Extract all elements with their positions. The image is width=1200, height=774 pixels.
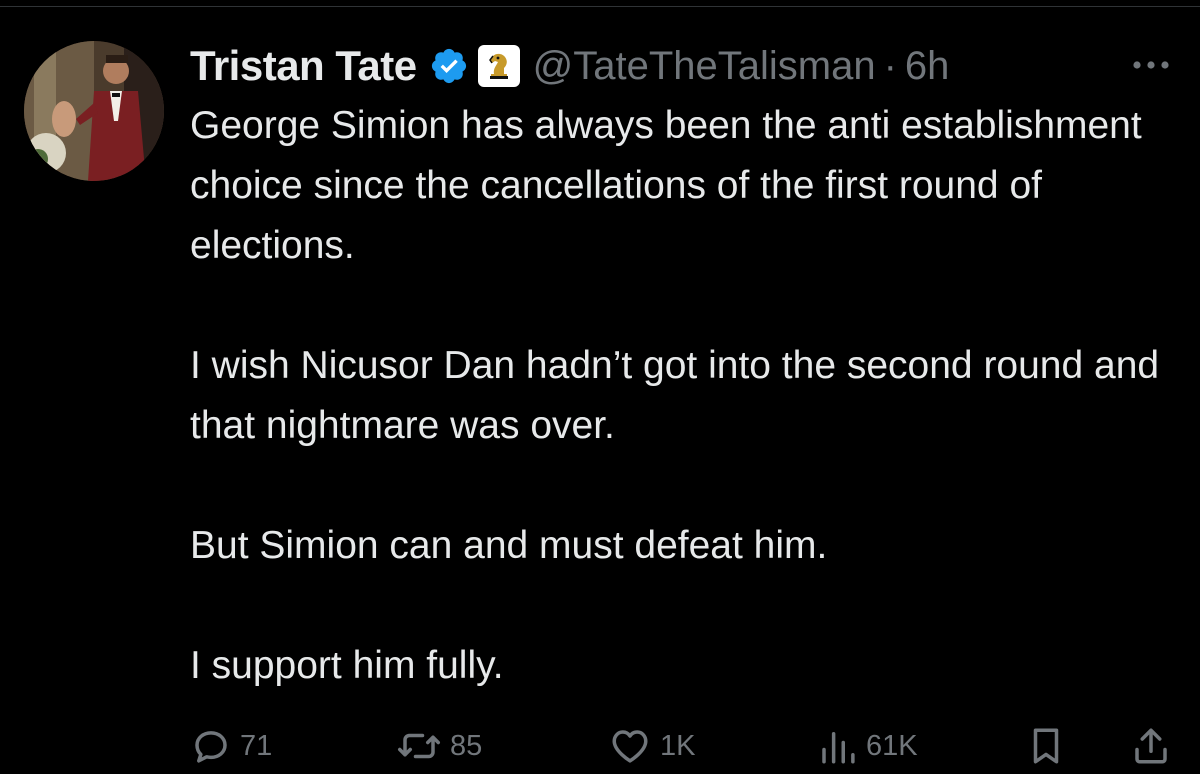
share-icon xyxy=(1130,725,1172,767)
view-count: 61K xyxy=(866,729,918,762)
reply-count: 71 xyxy=(240,729,273,762)
views-chart-icon xyxy=(818,725,858,767)
repost-button[interactable]: 85 xyxy=(396,722,482,770)
verified-badge-icon[interactable] xyxy=(429,46,469,86)
heart-icon xyxy=(608,725,652,767)
tweet-actions: 71 85 1K 61K xyxy=(190,722,1180,770)
user-handle[interactable]: @TateTheTalisman xyxy=(533,44,876,89)
views-button[interactable]: 61K xyxy=(818,722,918,770)
tweet-text: George Simion has always been the anti e… xyxy=(190,96,1180,696)
separator-dot: · xyxy=(883,43,897,88)
chess-knight-affiliate-icon[interactable] xyxy=(477,44,521,88)
like-count: 1K xyxy=(660,729,696,762)
tweet-header: Tristan Tate @TateTheTalisman · 6h xyxy=(190,38,949,94)
bookmark-button[interactable] xyxy=(1026,722,1066,770)
tweet-paragraph: I wish Nicusor Dan hadn’t got into the s… xyxy=(190,344,1160,447)
tweet[interactable]: Tristan Tate @TateTheTalisman · 6h Georg… xyxy=(0,0,1200,774)
more-options-icon[interactable] xyxy=(1128,50,1174,80)
repost-count: 85 xyxy=(450,729,483,762)
reply-button[interactable]: 71 xyxy=(190,722,272,770)
avatar[interactable] xyxy=(24,41,164,181)
reply-icon xyxy=(190,725,232,767)
like-button[interactable]: 1K xyxy=(608,722,695,770)
bookmark-icon xyxy=(1026,725,1066,767)
display-name[interactable]: Tristan Tate xyxy=(190,42,417,90)
repost-icon xyxy=(396,725,442,767)
timestamp[interactable]: 6h xyxy=(905,44,950,89)
tweet-paragraph: I support him fully. xyxy=(190,644,504,687)
tweet-paragraph: George Simion has always been the anti e… xyxy=(190,104,1142,267)
avatar-photo xyxy=(24,41,164,181)
share-button[interactable] xyxy=(1130,722,1172,770)
tweet-paragraph: But Simion can and must defeat him. xyxy=(190,524,828,567)
